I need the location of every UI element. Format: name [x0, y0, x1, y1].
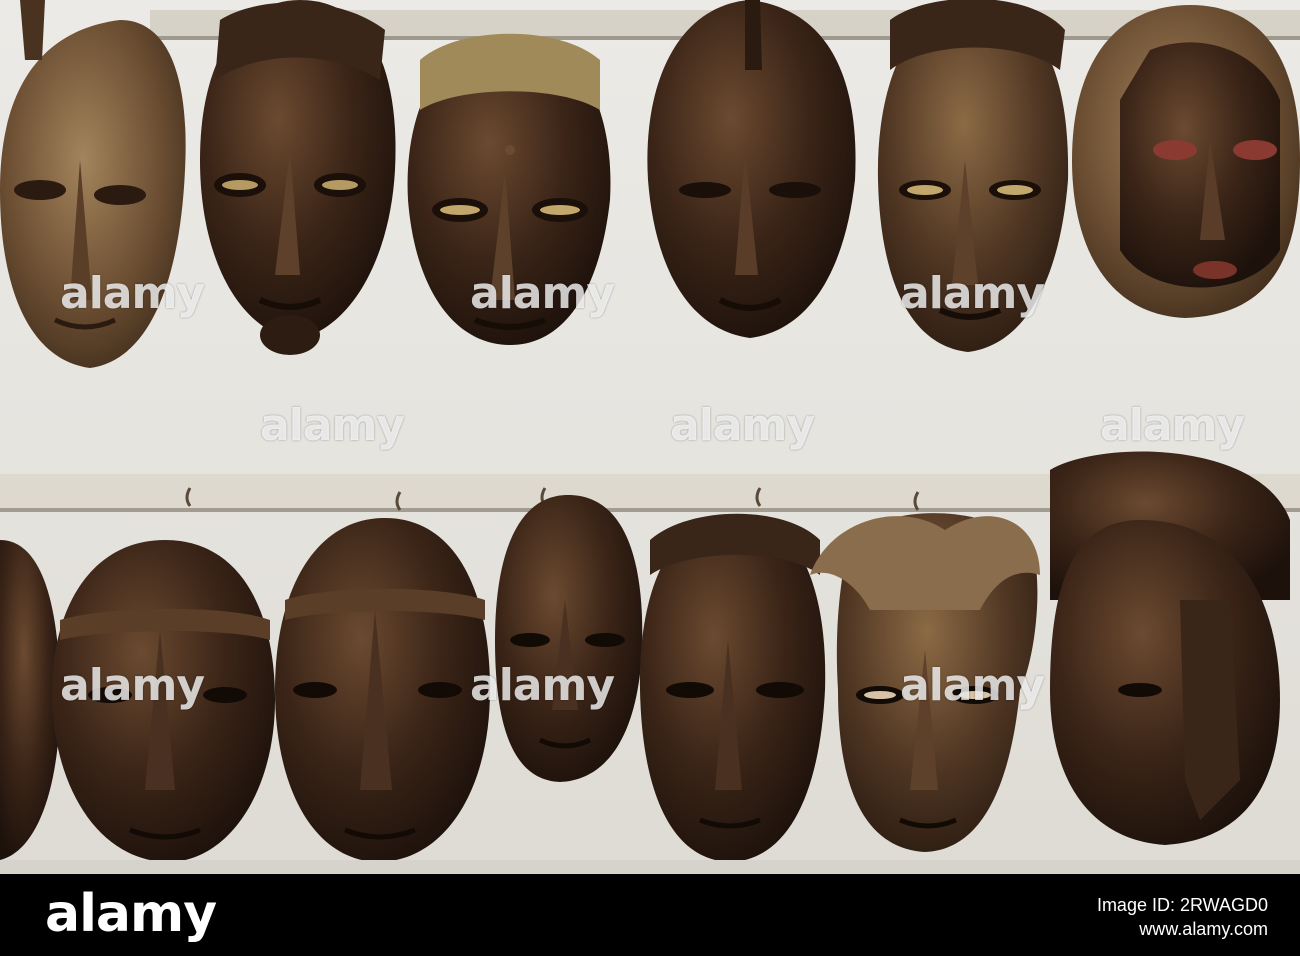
image-id-label: Image ID: 2RWAGD0: [1096, 895, 1268, 915]
image-stage: alamy alamy alamy alamy alamy alamy alam…: [0, 0, 1300, 956]
brand-logo: alamy: [45, 884, 217, 944]
mask-bottom-1: [51, 540, 275, 862]
mask-wall-illustration: [0, 0, 1300, 874]
mask-bottom-4: [639, 513, 826, 862]
mask-bottom-2: [275, 518, 490, 862]
photo-masks: alamy alamy alamy alamy alamy alamy alam…: [0, 0, 1300, 874]
mask-top-6: [1072, 5, 1300, 318]
footer-bar: alamy Image ID: 2RWAGD0 www.alamy.com: [0, 874, 1300, 956]
mask-bottom-3: [495, 495, 643, 782]
image-meta: Image ID: 2RWAGD0 www.alamy.com: [1097, 894, 1268, 940]
mask-top-3: [407, 33, 611, 345]
mask-bottom-6: [1050, 451, 1290, 845]
site-url: www.alamy.com: [1139, 919, 1268, 939]
